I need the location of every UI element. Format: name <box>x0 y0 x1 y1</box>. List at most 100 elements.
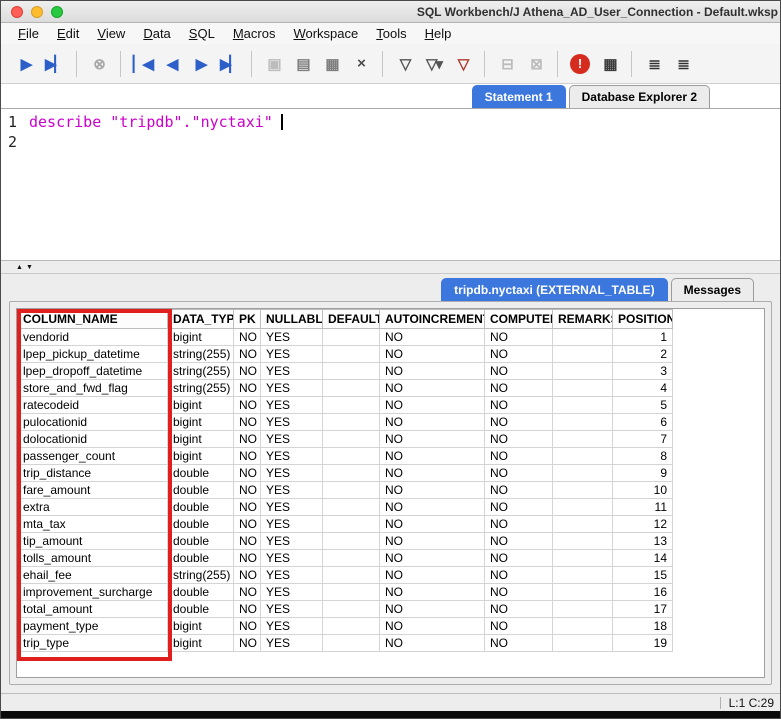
table-row[interactable]: lpep_pickup_datetimestring(255)NOYESNONO… <box>18 346 673 363</box>
column-header-data_type[interactable]: DATA_TYPE <box>168 310 234 329</box>
table-cell: bigint <box>168 397 234 414</box>
commit-icon[interactable]: ⊟ <box>493 50 520 77</box>
close-window-button[interactable] <box>11 6 23 18</box>
table-cell: NO <box>380 431 485 448</box>
menu-workspace[interactable]: Workspace <box>284 24 367 43</box>
table-cell: NO <box>485 397 553 414</box>
menu-view[interactable]: View <box>88 24 134 43</box>
table-row[interactable]: dolocationidbigintNOYESNONO7 <box>18 431 673 448</box>
table-row[interactable]: trip_typebigintNOYESNONO19 <box>18 635 673 652</box>
editor-code-area[interactable]: describe "tripdb"."nyctaxi" <box>21 109 780 260</box>
column-header-nullable[interactable]: NULLABLE <box>261 310 323 329</box>
table-cell: double <box>168 601 234 618</box>
column-header-default[interactable]: DEFAULT <box>323 310 380 329</box>
toolbar-separator <box>484 51 485 77</box>
window-title: SQL Workbench/J Athena_AD_User_Connectio… <box>91 5 778 19</box>
column-header-remarks[interactable]: REMARKS <box>553 310 613 329</box>
table-row[interactable]: fare_amountdoubleNOYESNONO10 <box>18 482 673 499</box>
menu-edit[interactable]: Edit <box>48 24 88 43</box>
split-divider[interactable]: ▲ ▼ <box>1 260 780 274</box>
menu-macros[interactable]: Macros <box>224 24 285 43</box>
table-row[interactable]: pulocationidbigintNOYESNONO6 <box>18 414 673 431</box>
column-header-column_name[interactable]: COLUMN_NAME <box>18 310 168 329</box>
table-row[interactable]: ratecodeidbigintNOYESNONO5 <box>18 397 673 414</box>
table-cell: 6 <box>613 414 673 431</box>
table-row[interactable]: passenger_countbigintNOYESNONO8 <box>18 448 673 465</box>
column-header-pk[interactable]: PK <box>234 310 261 329</box>
table-row[interactable]: vendoridbigintNOYESNONO1 <box>18 329 673 346</box>
tab-database-explorer-2[interactable]: Database Explorer 2 <box>569 85 710 108</box>
table-cell: double <box>168 499 234 516</box>
column-header-computed[interactable]: COMPUTED <box>485 310 553 329</box>
database-connection-icon[interactable]: ≣ <box>640 50 667 77</box>
last-statement-icon[interactable]: ▶▏ <box>216 50 243 77</box>
collapse-down-icon[interactable]: ▼ <box>26 264 33 271</box>
table-cell: 4 <box>613 380 673 397</box>
previous-statement-icon[interactable]: ◀ <box>158 50 185 77</box>
table-row[interactable]: improvement_surchargedoubleNOYESNONO16 <box>18 584 673 601</box>
table-row[interactable]: extradoubleNOYESNONO11 <box>18 499 673 516</box>
execute-current-statement-icon[interactable]: ▶▏ <box>41 50 68 77</box>
save-changes-icon[interactable]: ▣ <box>260 50 287 77</box>
tab-statement-1[interactable]: Statement 1 <box>472 85 566 108</box>
table-cell: bigint <box>168 431 234 448</box>
rollback-icon[interactable]: ⊠ <box>522 50 549 77</box>
table-cell <box>323 635 380 652</box>
table-cell: YES <box>261 380 323 397</box>
toolbar-separator <box>120 51 121 77</box>
table-row[interactable]: payment_typebigintNOYESNONO18 <box>18 618 673 635</box>
sql-editor[interactable]: 12 describe "tripdb"."nyctaxi" <box>1 108 780 260</box>
minimize-window-button[interactable] <box>31 6 43 18</box>
delete-row-icon[interactable]: × <box>347 50 374 77</box>
result-grid-viewport[interactable]: COLUMN_NAMEDATA_TYPEPKNULLABLEDEFAULTAUT… <box>16 308 765 678</box>
table-cell: NO <box>485 635 553 652</box>
window-bottom-edge <box>1 711 780 718</box>
database-explorer-window-icon[interactable]: ≣ <box>669 50 696 77</box>
status-bar: L:1 C:29 <box>1 693 780 711</box>
table-row[interactable]: mta_taxdoubleNOYESNONO12 <box>18 516 673 533</box>
table-cell: double <box>168 482 234 499</box>
table-cell <box>553 567 613 584</box>
table-cell: NO <box>485 618 553 635</box>
table-cell: YES <box>261 550 323 567</box>
table-row[interactable]: store_and_fwd_flagstring(255)NOYESNONO4 <box>18 380 673 397</box>
execute-statement-icon[interactable]: ▶ <box>12 50 39 77</box>
table-cell: 19 <box>613 635 673 652</box>
table-cell: vendorid <box>18 329 168 346</box>
table-cell: bigint <box>168 329 234 346</box>
table-cell: NO <box>234 448 261 465</box>
tab-messages[interactable]: Messages <box>671 278 754 301</box>
table-row[interactable]: lpep_dropoff_datetimestring(255)NOYESNON… <box>18 363 673 380</box>
table-row[interactable]: total_amountdoubleNOYESNONO17 <box>18 601 673 618</box>
show-result-grid-icon[interactable]: ▦ <box>596 50 623 77</box>
table-row[interactable]: ehail_feestring(255)NOYESNONO15 <box>18 567 673 584</box>
ignore-errors-icon[interactable]: ! <box>570 54 590 74</box>
first-statement-icon[interactable]: ▏◀ <box>129 50 156 77</box>
collapse-up-icon[interactable]: ▲ <box>16 264 23 271</box>
table-cell: NO <box>234 465 261 482</box>
menu-tools[interactable]: Tools <box>367 24 415 43</box>
filter-definition-icon[interactable]: ▽▾ <box>420 50 447 77</box>
table-row[interactable]: tip_amountdoubleNOYESNONO13 <box>18 533 673 550</box>
table-row[interactable]: tolls_amountdoubleNOYESNONO14 <box>18 550 673 567</box>
table-cell <box>553 635 613 652</box>
menu-sql[interactable]: SQL <box>180 24 224 43</box>
next-statement-icon[interactable]: ▶ <box>187 50 214 77</box>
tab-tripdb-nyctaxi-external-table[interactable]: tripdb.nyctaxi (EXTERNAL_TABLE) <box>441 278 667 301</box>
zoom-window-button[interactable] <box>51 6 63 18</box>
column-header-position[interactable]: POSITION <box>613 310 673 329</box>
filter-data-icon[interactable]: ▽ <box>391 50 418 77</box>
table-cell: string(255) <box>168 346 234 363</box>
title-bar[interactable]: SQL Workbench/J Athena_AD_User_Connectio… <box>1 1 780 23</box>
update-database-icon[interactable]: ▤ <box>289 50 316 77</box>
table-row[interactable]: trip_distancedoubleNOYESNONO9 <box>18 465 673 482</box>
reset-filter-icon[interactable]: ▽ <box>449 50 476 77</box>
menu-data[interactable]: Data <box>134 24 179 43</box>
column-header-autoincrement[interactable]: AUTOINCREMENT <box>380 310 485 329</box>
insert-row-icon[interactable]: ▦ <box>318 50 345 77</box>
menu-help[interactable]: Help <box>416 24 461 43</box>
menu-file[interactable]: File <box>9 24 48 43</box>
toolbar-separator <box>631 51 632 77</box>
table-cell: 1 <box>613 329 673 346</box>
cancel-execution-icon[interactable]: ⊗ <box>85 50 112 77</box>
